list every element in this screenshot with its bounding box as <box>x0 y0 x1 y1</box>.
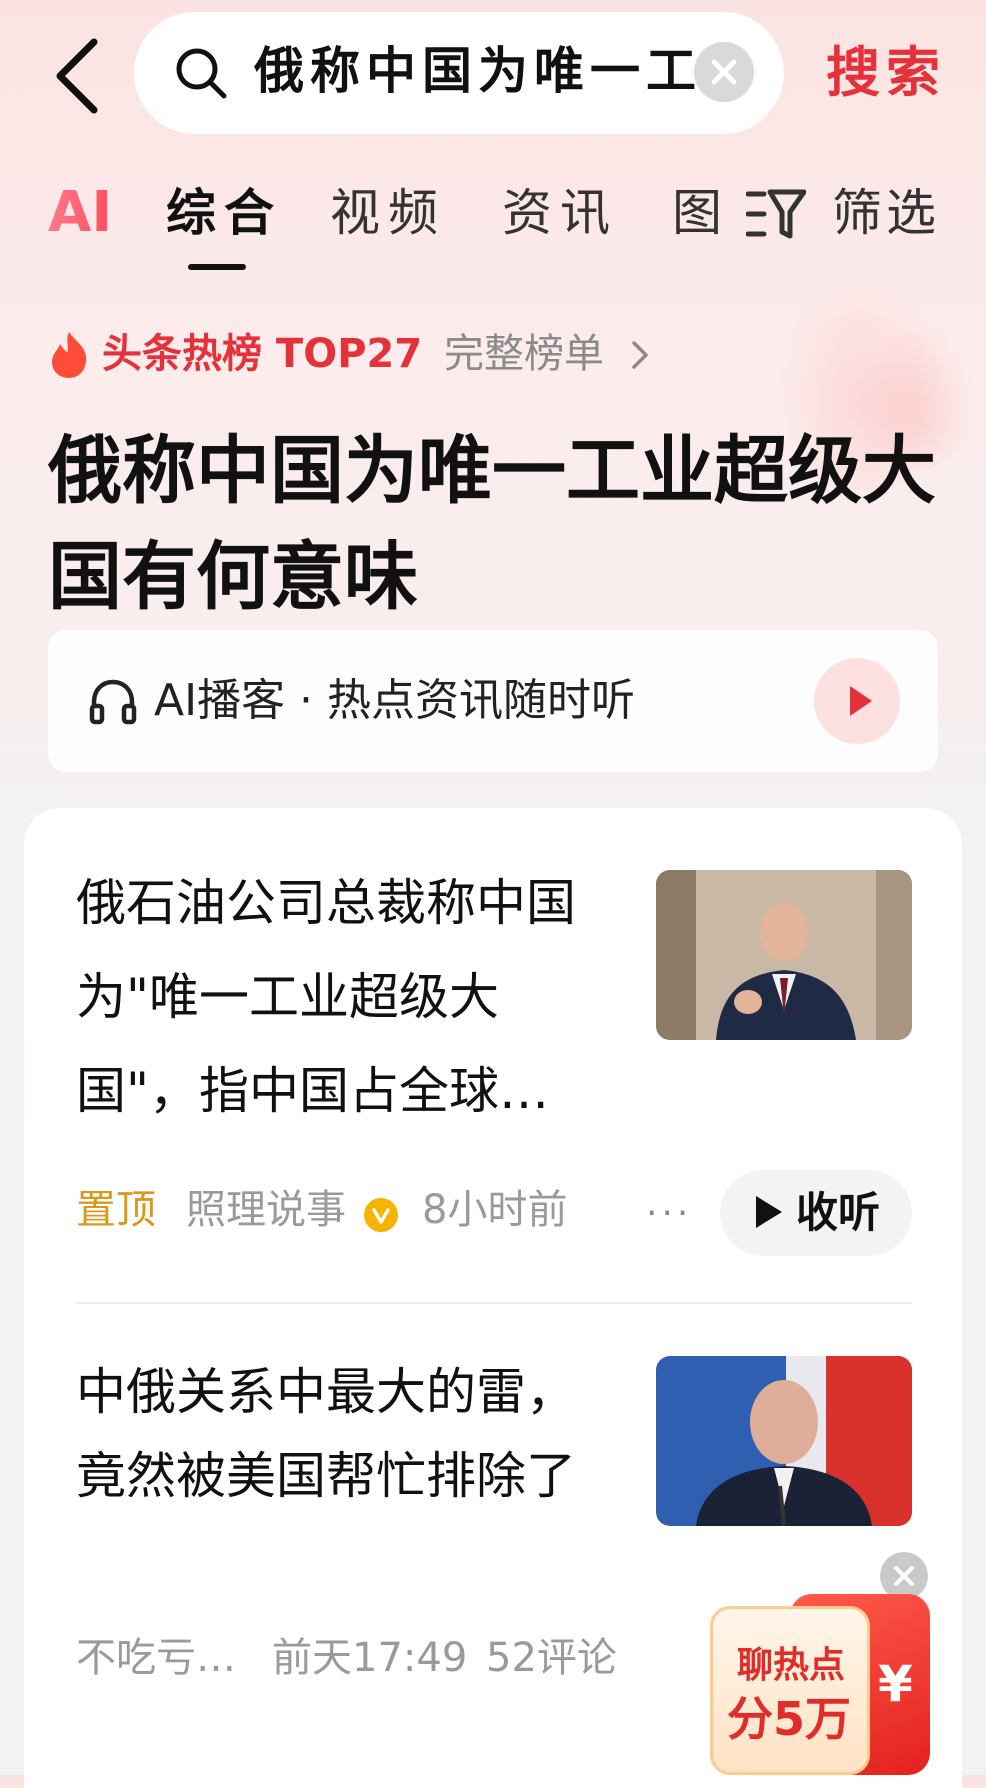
filter-button[interactable]: 筛选 <box>832 180 940 246</box>
promo-card: 聊热点 分5万 <box>710 1606 870 1775</box>
fire-icon <box>52 332 87 378</box>
currency-symbol: ¥ <box>878 1655 913 1713</box>
verified-badge-icon <box>364 1198 398 1232</box>
pinned-label: 置顶 <box>76 1187 156 1233</box>
tab-ai[interactable]: AI <box>48 180 112 246</box>
filter-icon[interactable] <box>746 186 806 242</box>
article-source[interactable]: 不吃亏… <box>76 1630 236 1686</box>
article-title[interactable]: 中俄关系中最大的雷，竟然被美国帮忙排除了 <box>76 1350 616 1518</box>
full-list-link[interactable]: 完整榜单 <box>444 326 604 382</box>
article-time: 前天17:49 <box>272 1635 468 1681</box>
play-icon <box>850 686 872 716</box>
chevron-right-icon[interactable] <box>630 340 650 370</box>
tab-comprehensive[interactable]: 综合 <box>166 180 282 246</box>
promo-line2: 分5万 <box>727 1692 852 1746</box>
thumbnail-image <box>656 1356 912 1526</box>
search-box[interactable]: 俄称中国为唯一工 <box>134 12 784 134</box>
article-comment-count[interactable]: 52评论 <box>486 1630 617 1686</box>
close-icon <box>711 59 737 85</box>
podcast-label: AI播客 · 热点资讯随时听 <box>154 675 636 726</box>
tab-video[interactable]: 视频 <box>330 180 446 246</box>
close-icon <box>894 1566 914 1586</box>
clear-search-button[interactable] <box>694 42 754 102</box>
listen-button[interactable]: 收听 <box>720 1170 912 1256</box>
article-time: 8小时前 <box>422 1187 568 1233</box>
divider <box>76 1302 912 1304</box>
hot-list-rank-tag: 头条热榜 TOP27 <box>102 331 423 377</box>
promo-close-button[interactable] <box>880 1552 928 1600</box>
search-button[interactable]: 搜索 <box>826 38 946 108</box>
search-icon <box>176 48 227 99</box>
back-arrow-icon[interactable] <box>52 38 104 114</box>
hot-topic-headline[interactable]: 俄称中国为唯一工业超级大国有何意味 <box>48 418 948 630</box>
article-thumbnail[interactable] <box>656 1356 912 1526</box>
more-options-button[interactable]: ··· <box>646 1194 692 1234</box>
tab-images[interactable]: 图 <box>672 180 730 246</box>
promo-red-packet-widget[interactable]: ¥ 聊热点 分5万 <box>710 1594 930 1775</box>
listen-label: 收听 <box>796 1188 881 1237</box>
article-thumbnail[interactable] <box>656 870 912 1040</box>
headphone-icon <box>89 679 137 725</box>
podcast-play-button[interactable] <box>814 658 900 744</box>
tab-news[interactable]: 资讯 <box>502 180 618 246</box>
article-source[interactable]: 照理说事 <box>186 1182 346 1238</box>
ai-podcast-bar[interactable]: AI播客 · 热点资讯随时听 <box>48 630 938 772</box>
thumbnail-image <box>656 870 912 1040</box>
article-title[interactable]: 俄石油公司总裁称中国为"唯一工业超级大国"，指中国占全球… <box>76 856 616 1138</box>
promo-line1: 聊热点 <box>737 1645 846 1686</box>
play-icon <box>756 1196 782 1228</box>
active-tab-indicator <box>188 264 246 270</box>
